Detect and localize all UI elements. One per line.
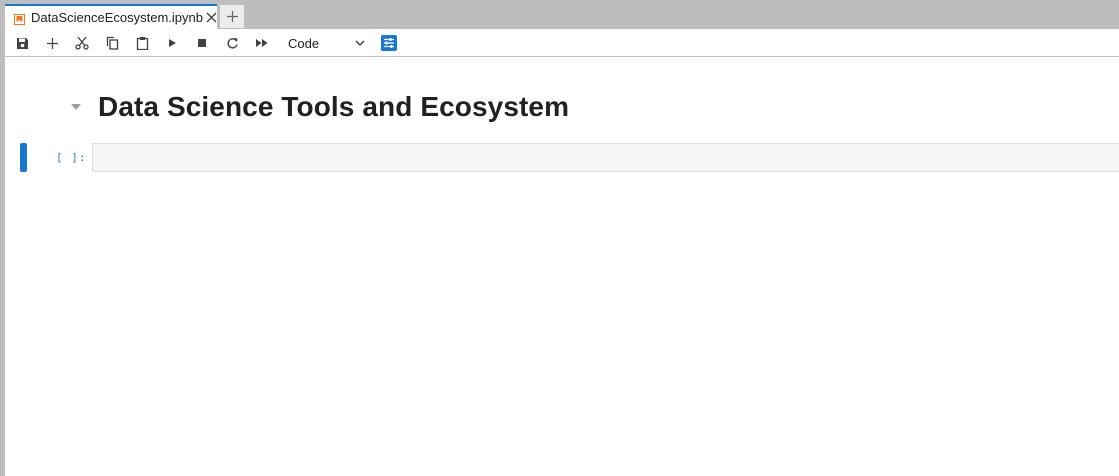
chevron-down-icon	[354, 37, 366, 49]
play-icon	[167, 38, 177, 48]
clipboard-icon	[136, 36, 149, 50]
copy-button[interactable]	[104, 35, 120, 51]
notebook-icon	[14, 12, 25, 25]
save-icon	[16, 37, 29, 50]
fast-forward-icon	[255, 38, 269, 48]
notebook-heading: Data Science Tools and Ecosystem	[98, 91, 570, 122]
restart-button[interactable]	[224, 35, 240, 51]
run-all-button[interactable]	[254, 35, 270, 51]
tab-datascienceecosystem[interactable]: DataScienceEcosystem.ipynb	[5, 4, 217, 29]
tab-title: DataScienceEcosystem.ipynb	[31, 10, 203, 25]
stop-button[interactable]	[194, 35, 210, 51]
active-cell-indicator	[20, 143, 27, 172]
copy-icon	[106, 36, 119, 50]
collapse-caret-icon[interactable]	[70, 101, 82, 113]
code-cell-input[interactable]	[92, 143, 1119, 172]
restart-icon	[226, 37, 239, 50]
save-button[interactable]	[14, 35, 30, 51]
plus-icon	[226, 11, 238, 22]
scissors-icon	[75, 36, 89, 50]
cut-button[interactable]	[74, 35, 90, 51]
property-inspector-button[interactable]	[381, 35, 397, 51]
sliders-icon	[383, 37, 395, 49]
tab-bar: DataScienceEcosystem.ipynb	[0, 0, 1119, 29]
plus-icon	[46, 37, 58, 49]
cell-type-value: Code	[288, 35, 320, 51]
notebook-toolbar: Code	[5, 29, 1119, 57]
jupyterlab-window: DataScienceEcosystem.ipynb Code Data Sci…	[0, 0, 1119, 476]
left-edge	[0, 0, 5, 476]
add-tab-button[interactable]	[220, 5, 244, 28]
run-button[interactable]	[164, 35, 180, 51]
paste-button[interactable]	[134, 35, 150, 51]
stop-icon	[197, 38, 207, 48]
insert-cell-button[interactable]	[44, 35, 60, 51]
cell-type-select[interactable]: Code	[288, 34, 368, 52]
close-icon[interactable]	[206, 12, 217, 24]
markdown-cell[interactable]: Data Science Tools and Ecosystem	[70, 88, 569, 126]
input-prompt: [ ]:	[56, 151, 87, 164]
